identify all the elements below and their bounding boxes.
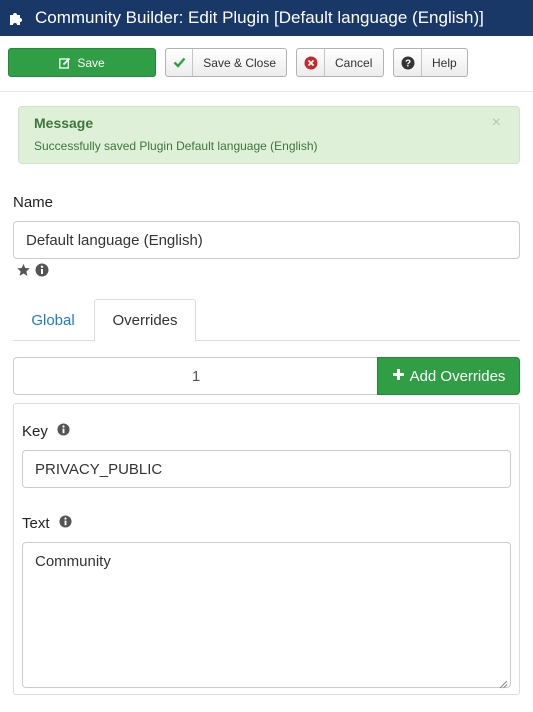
alert-heading: Message — [34, 115, 94, 131]
plus-icon — [392, 368, 405, 385]
tab-bar: Global Overrides — [13, 299, 520, 342]
key-input[interactable]: PRIVACY_PUBLIC — [22, 450, 511, 488]
puzzle-icon — [8, 8, 28, 28]
add-overrides-button[interactable]: Add Overrides — [377, 357, 520, 395]
tab-overrides[interactable]: Overrides — [94, 299, 196, 342]
help-label: Help — [432, 55, 457, 70]
save-close-label: Save & Close — [203, 55, 276, 70]
text-label: Text — [22, 515, 50, 532]
toolbar: Save Save & Close Cancel ? Help — [0, 36, 533, 92]
text-label-row: Text — [22, 515, 72, 532]
help-button[interactable]: ? Help — [393, 48, 468, 77]
save-close-button[interactable]: Save & Close — [165, 48, 287, 77]
svg-text:?: ? — [404, 58, 410, 69]
save-label: Save — [77, 55, 105, 70]
info-circle-icon[interactable] — [58, 515, 72, 532]
cancel-circle-icon — [297, 49, 325, 76]
title-bar: Community Builder: Edit Plugin [Default … — [0, 0, 533, 36]
overrides-count-input[interactable]: 1 — [13, 357, 378, 395]
name-label: Name — [13, 194, 54, 211]
key-label: Key — [22, 423, 48, 440]
edit-icon — [59, 49, 71, 76]
alert-message: Successfully saved Plugin Default langua… — [34, 139, 318, 153]
success-alert: Message Successfully saved Plugin Defaul… — [18, 106, 520, 164]
override-entry-panel: Key PRIVACY_PUBLIC Text Community — [13, 403, 520, 695]
info-circle-icon[interactable] — [35, 263, 49, 282]
resize-handle-icon[interactable] — [499, 676, 508, 689]
text-textarea[interactable]: Community — [22, 542, 511, 689]
tab-global[interactable]: Global — [13, 299, 93, 341]
save-button[interactable]: Save — [8, 48, 156, 77]
question-circle-icon: ? — [394, 49, 422, 76]
close-icon[interactable]: × — [492, 114, 501, 132]
cancel-button[interactable]: Cancel — [296, 48, 384, 77]
add-overrides-label: Add Overrides — [409, 367, 506, 385]
page-title: Community Builder: Edit Plugin [Default … — [35, 8, 484, 27]
name-input[interactable]: Default language (English) — [13, 221, 520, 259]
name-field-icons — [16, 263, 49, 282]
cancel-label: Cancel — [335, 55, 373, 70]
check-icon — [166, 49, 194, 76]
star-icon[interactable] — [16, 263, 31, 282]
key-label-row: Key — [22, 423, 70, 440]
info-circle-icon[interactable] — [57, 423, 70, 440]
text-value: Community — [35, 553, 111, 570]
